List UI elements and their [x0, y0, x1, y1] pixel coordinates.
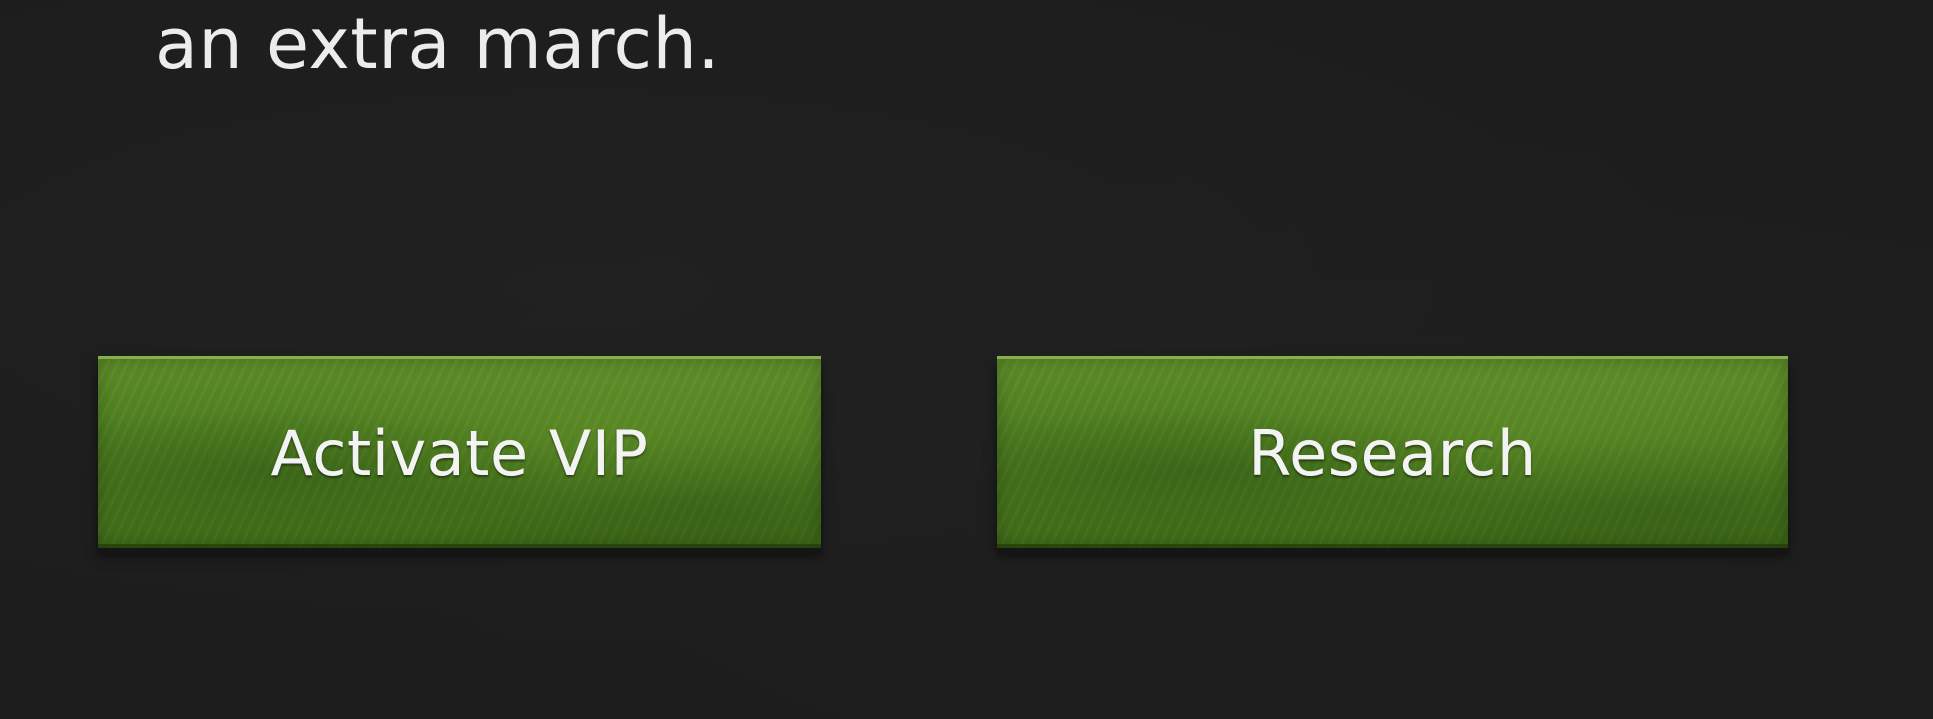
- research-label: Research: [1248, 417, 1537, 490]
- activate-vip-label: Activate VIP: [270, 417, 649, 490]
- research-button[interactable]: Research: [997, 356, 1788, 548]
- activate-vip-button[interactable]: Activate VIP: [98, 356, 821, 548]
- game-dialog-panel: an extra march. Activate VIP Research: [0, 0, 1933, 719]
- description-text: an extra march.: [155, 3, 721, 85]
